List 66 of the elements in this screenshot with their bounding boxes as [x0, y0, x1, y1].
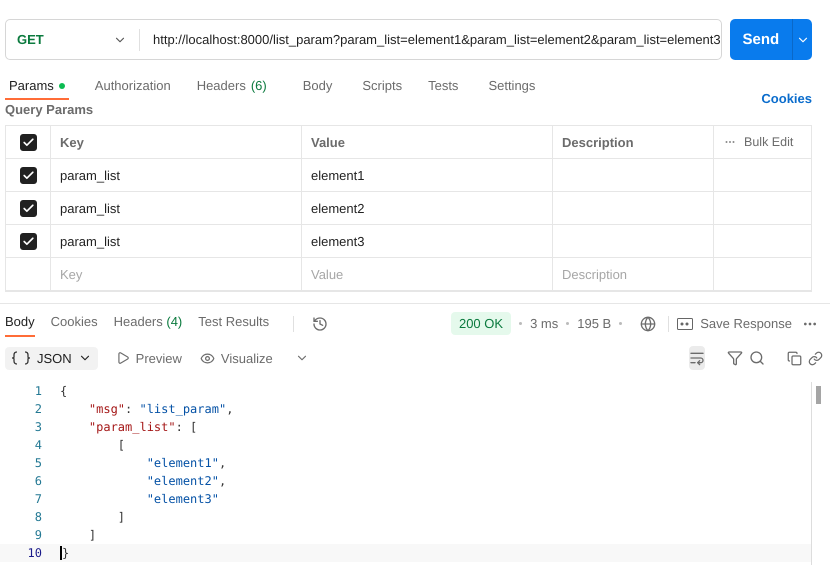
code-line: ]: [116, 510, 126, 524]
column-header: Key: [51, 126, 302, 159]
cookies-link[interactable]: Cookies: [761, 91, 812, 106]
response-tab[interactable]: Headers (4): [114, 310, 182, 336]
response-size: 195 B: [577, 316, 612, 331]
request-tab[interactable]: Body: [298, 78, 336, 100]
code-line: "msg": "list_param",: [88, 402, 234, 416]
format-dropdown[interactable]: JSON: [5, 346, 98, 370]
scrollbar-thumb[interactable]: [816, 386, 821, 404]
table-cell: element2: [302, 192, 553, 225]
request-tab[interactable]: Authorization: [90, 78, 175, 100]
code-line: }: [60, 546, 70, 560]
table-cell: param_list: [51, 225, 302, 258]
request-tab[interactable]: Headers (6): [192, 78, 271, 100]
checkbox[interactable]: [20, 232, 36, 250]
save-icon: [677, 318, 694, 330]
check-icon: [22, 136, 34, 148]
line-number: 9: [34, 528, 42, 542]
code-line: {: [60, 384, 68, 398]
checkbox[interactable]: [20, 166, 36, 184]
checkbox[interactable]: [20, 134, 36, 150]
request-tab[interactable]: Tests: [424, 78, 462, 100]
visualize-button[interactable]: Visualize: [200, 350, 273, 366]
request-tab[interactable]: Params: [5, 78, 69, 100]
response-tab[interactable]: Test Results: [198, 310, 270, 336]
code-line: "param_list": [: [88, 420, 198, 434]
check-icon: [22, 234, 34, 248]
url-input[interactable]: http://localhost:8000/list_param?param_list=element1&param_list=element2&param_list=element3: [140, 32, 721, 47]
check-icon: [22, 168, 34, 182]
request-tab[interactable]: Settings: [484, 78, 540, 100]
checkbox[interactable]: [20, 200, 36, 216]
braces-icon: [11, 351, 31, 365]
line-number: 1: [34, 384, 42, 398]
line-number: 6: [34, 474, 42, 488]
line-number: 4: [34, 438, 42, 452]
line-number: 8: [34, 510, 42, 524]
column-header: Description: [553, 126, 714, 159]
method-dropdown[interactable]: GET: [6, 28, 140, 50]
preview-button[interactable]: Preview: [116, 350, 182, 366]
table-cell: param_list: [51, 192, 302, 225]
line-number: 7: [34, 492, 42, 506]
code-line: ]: [88, 528, 96, 542]
line-number: 5: [34, 456, 42, 470]
line-number: 2: [34, 402, 42, 416]
code-line: "element3": [146, 492, 219, 506]
table-cell: param_list: [51, 159, 302, 192]
code-line: [: [116, 438, 126, 452]
line-number: 10: [26, 546, 42, 560]
response-tab[interactable]: Body: [5, 310, 35, 336]
eye-icon: [200, 350, 215, 366]
check-icon: [22, 202, 34, 214]
wrap-icon[interactable]: [688, 346, 705, 370]
bulk-edit-button[interactable]: Bulk Edit: [744, 135, 794, 149]
response-time: 3 ms: [530, 316, 558, 331]
table-cell: element1: [302, 159, 553, 192]
code-line: "element1",: [146, 456, 226, 470]
column-header: Value: [302, 126, 553, 159]
status-badge: 200 OK: [450, 312, 512, 335]
code-line: "element2",: [146, 474, 226, 488]
table-cell: element3: [302, 225, 553, 258]
play-icon: [116, 351, 130, 365]
request-tab[interactable]: Scripts: [358, 78, 406, 100]
save-response-button[interactable]: Save Response: [677, 316, 792, 331]
response-tab[interactable]: Cookies: [50, 310, 98, 336]
line-number: 3: [34, 420, 42, 434]
section-title: Query Params: [4, 101, 94, 119]
